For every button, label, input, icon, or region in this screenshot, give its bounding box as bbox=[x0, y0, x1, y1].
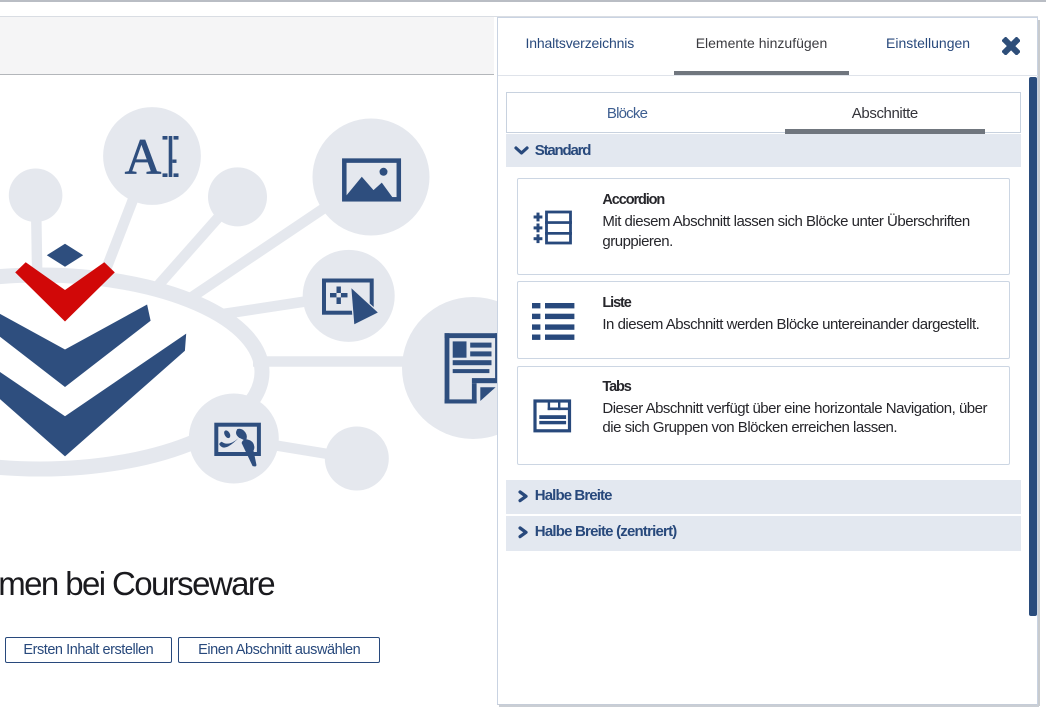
svg-text:A: A bbox=[125, 129, 162, 185]
